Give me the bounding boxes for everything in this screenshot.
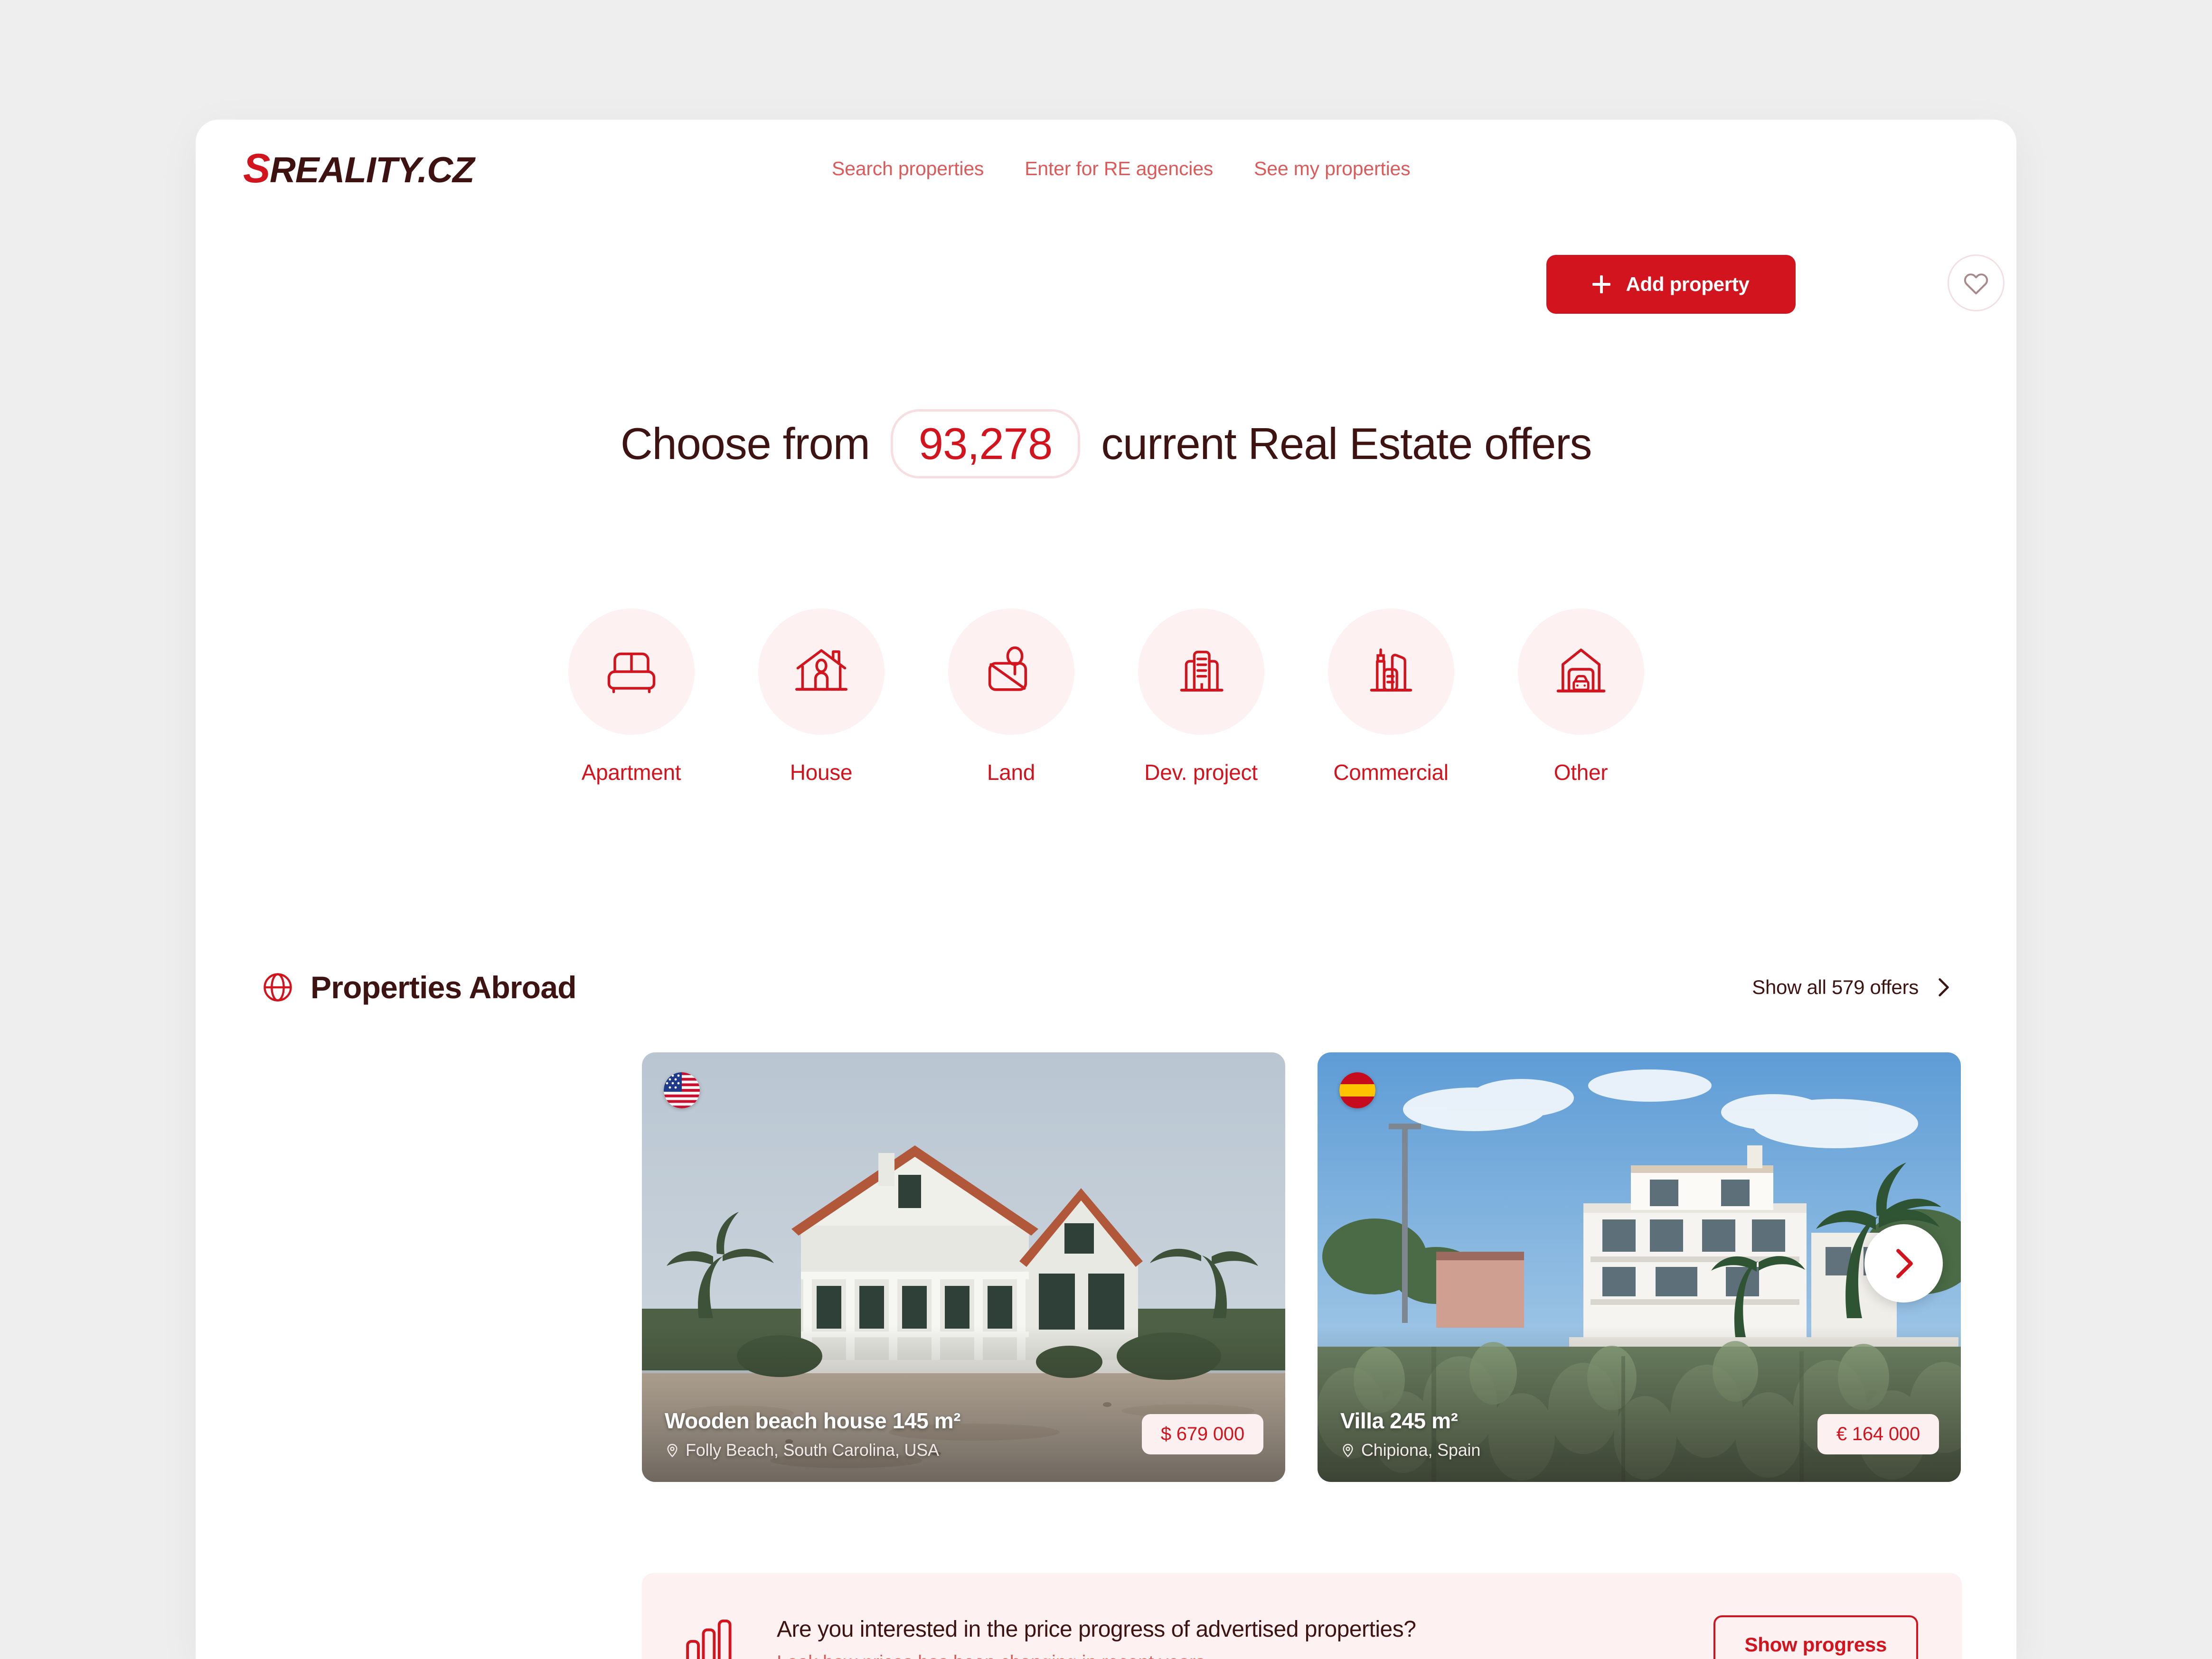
bar-chart-icon bbox=[686, 1619, 732, 1659]
banner-texts: Are you interested in the price progress… bbox=[777, 1616, 1713, 1659]
chevron-right-icon bbox=[1939, 978, 1949, 997]
card-location-text: Folly Beach, South Carolina, USA bbox=[686, 1440, 939, 1460]
tower-building-icon bbox=[1180, 650, 1224, 692]
header-actions: 3 bbox=[1948, 253, 2016, 312]
category-dev-project[interactable]: Dev. project bbox=[1120, 609, 1282, 785]
land-plot-icon bbox=[988, 646, 1027, 691]
category-commercial[interactable]: Commercial bbox=[1310, 609, 1472, 785]
abroad-section-header: Properties Abroad Show all 579 offers bbox=[196, 969, 2016, 1005]
offers-count-pill: 93,278 bbox=[890, 409, 1081, 478]
category-label: Other bbox=[1553, 760, 1608, 785]
category-apartment[interactable]: Apartment bbox=[551, 609, 712, 785]
section-title-wrap: Properties Abroad bbox=[262, 969, 577, 1005]
es-flag-icon bbox=[1339, 1072, 1375, 1108]
card-title: Wooden beach house 145 m² bbox=[665, 1408, 961, 1433]
price-progress-banner: Are you interested in the price progress… bbox=[642, 1573, 1962, 1659]
show-all-offers-link[interactable]: Show all 579 offers bbox=[1752, 976, 1950, 999]
category-house[interactable]: House bbox=[741, 609, 902, 785]
category-label: Land bbox=[987, 760, 1035, 785]
category-list: Apartment House Land Dev. project Commer… bbox=[196, 609, 2016, 785]
hero-suffix: current Real Estate offers bbox=[1101, 419, 1592, 469]
chevron-right-icon bbox=[1896, 1248, 1913, 1278]
category-icon-wrap bbox=[1327, 609, 1454, 735]
main-nav: Search properties Enter for RE agencies … bbox=[832, 158, 1411, 180]
nav-enter-re-agencies[interactable]: Enter for RE agencies bbox=[1025, 158, 1213, 180]
category-icon-wrap bbox=[1138, 609, 1264, 735]
hero-headline: Choose from 93,278 current Real Estate o… bbox=[196, 409, 2016, 478]
card-price: $ 679 000 bbox=[1141, 1414, 1263, 1454]
add-property-button[interactable]: Add property bbox=[1546, 255, 1796, 314]
category-label: Commercial bbox=[1333, 760, 1449, 785]
sreality-logo[interactable]: S REALITY.CZ bbox=[243, 146, 509, 192]
card-location: Chipiona, Spain bbox=[1340, 1440, 1480, 1460]
property-card[interactable]: Wooden beach house 145 m² Folly Beach, S… bbox=[642, 1052, 1285, 1482]
category-icon-wrap bbox=[1517, 609, 1644, 735]
show-all-label: Show all 579 offers bbox=[1752, 976, 1919, 998]
country-flag-badge bbox=[1339, 1072, 1375, 1108]
card-location: Folly Beach, South Carolina, USA bbox=[665, 1440, 960, 1460]
card-title: Villa 245 m² bbox=[1340, 1408, 1458, 1433]
house-icon bbox=[795, 649, 847, 691]
logo-wordmark: REALITY.CZ bbox=[270, 150, 476, 190]
banner-subtitle: Look how prices has been changing in rec… bbox=[777, 1652, 1713, 1659]
card-location-text: Chipiona, Spain bbox=[1361, 1440, 1481, 1460]
banner-title: Are you interested in the price progress… bbox=[777, 1617, 1416, 1642]
category-label: Dev. project bbox=[1144, 760, 1258, 785]
show-progress-button[interactable]: Show progress bbox=[1713, 1615, 1918, 1659]
banner-icon-wrap bbox=[686, 1618, 735, 1659]
category-icon-wrap bbox=[568, 609, 695, 735]
category-icon-wrap bbox=[948, 609, 1074, 735]
carousel-next-button[interactable] bbox=[1864, 1224, 1943, 1303]
plus-icon bbox=[1592, 275, 1611, 293]
category-other[interactable]: Other bbox=[1500, 609, 1662, 785]
property-card-list: Wooden beach house 145 m² Folly Beach, S… bbox=[642, 1052, 1961, 1482]
map-pin-icon bbox=[1343, 1443, 1353, 1458]
heart-icon bbox=[1964, 273, 1988, 295]
nav-search-properties[interactable]: Search properties bbox=[832, 158, 984, 180]
country-flag-badge bbox=[664, 1072, 700, 1108]
app-window: S REALITY.CZ Search properties Enter for… bbox=[196, 120, 2016, 1659]
card-price: € 164 000 bbox=[1817, 1414, 1939, 1454]
map-pin-icon bbox=[667, 1443, 678, 1458]
us-flag-icon bbox=[664, 1072, 700, 1108]
card-info: Villa 245 m² Chipiona, Spain bbox=[1340, 1408, 1480, 1460]
garage-icon bbox=[1556, 648, 1605, 693]
page-title: Properties Abroad bbox=[311, 970, 577, 1005]
logo-letter-s: S bbox=[243, 147, 270, 191]
sofa-icon bbox=[607, 652, 655, 694]
globe-icon bbox=[264, 973, 292, 1002]
factory-icon bbox=[1370, 648, 1412, 692]
site-header: S REALITY.CZ Search properties Enter for… bbox=[196, 120, 2016, 314]
category-icon-wrap bbox=[758, 609, 885, 735]
favorites-button[interactable] bbox=[1948, 254, 2005, 311]
add-property-label: Add property bbox=[1626, 273, 1750, 295]
hero-prefix: Choose from bbox=[620, 419, 870, 469]
card-info: Wooden beach house 145 m² Folly Beach, S… bbox=[665, 1408, 960, 1460]
nav-see-my-properties[interactable]: See my properties bbox=[1254, 158, 1411, 180]
category-label: House bbox=[790, 760, 853, 785]
sreality-logo-svg: S REALITY.CZ bbox=[243, 146, 476, 191]
category-label: Apartment bbox=[581, 760, 681, 785]
category-land[interactable]: Land bbox=[931, 609, 1092, 785]
